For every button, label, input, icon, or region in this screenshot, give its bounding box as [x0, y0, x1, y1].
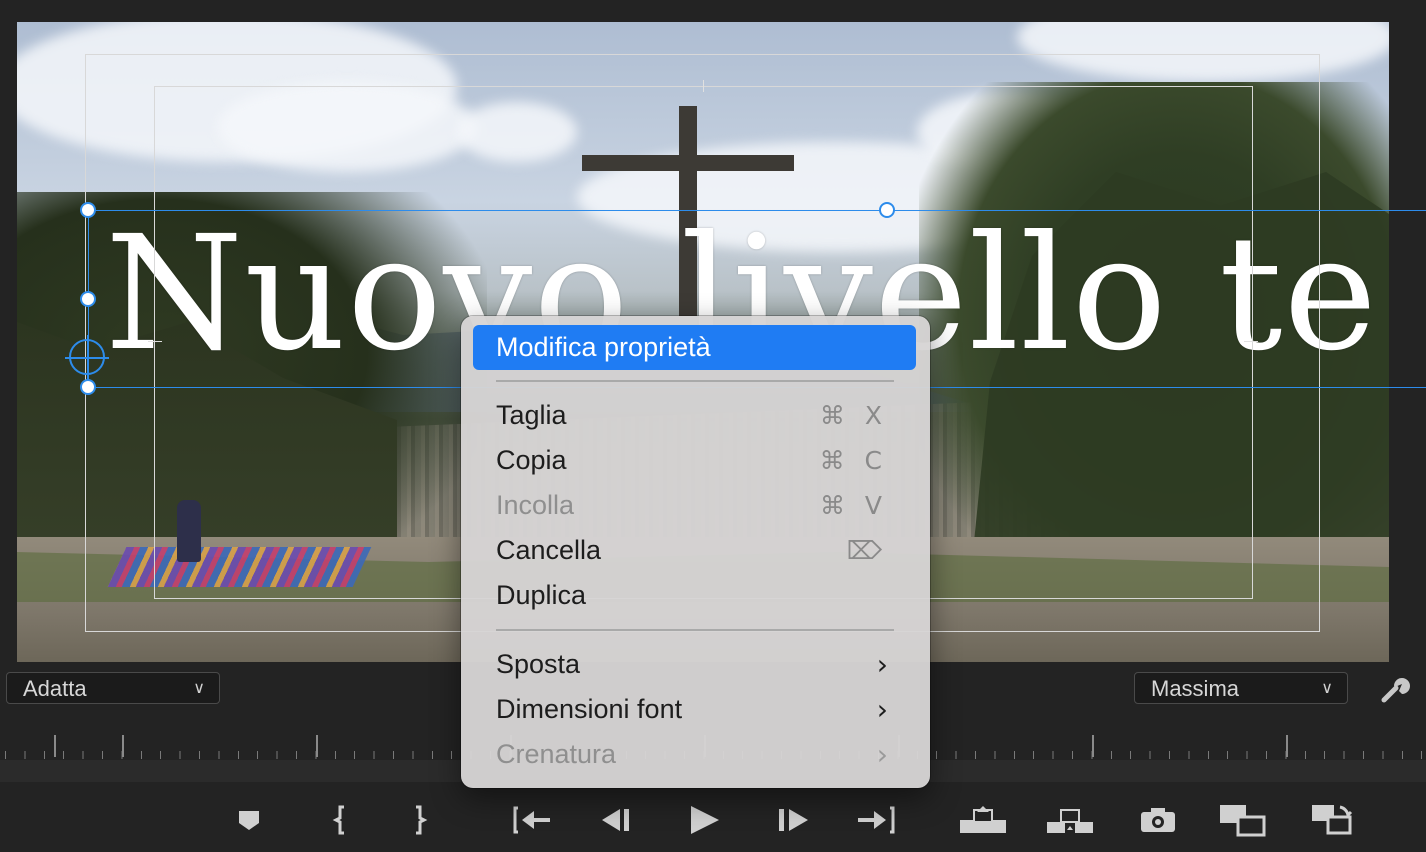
menu-item-modifica-proprieta[interactable]: Modifica proprietà	[473, 325, 916, 370]
marker-icon[interactable]	[234, 800, 264, 840]
menu-item-crenatura: Crenatura ›	[473, 732, 916, 777]
menu-item-copia[interactable]: Copia ⌘ C	[473, 438, 916, 483]
shortcut-label: ⌘ V	[819, 491, 888, 520]
playback-quality-select[interactable]: Massima ∨	[1134, 672, 1348, 704]
menu-separator	[496, 629, 894, 631]
play-icon[interactable]	[686, 800, 722, 840]
menu-item-dimensioni-font[interactable]: Dimensioni font ›	[473, 687, 916, 732]
anchor-point-icon[interactable]	[65, 335, 109, 379]
chevron-down-icon: ∨	[1321, 680, 1333, 697]
menu-item-incolla: Incolla ⌘ V	[473, 483, 916, 528]
delete-forward-icon: ⌦	[846, 536, 888, 565]
step-back-icon[interactable]	[598, 800, 634, 840]
chevron-right-icon: ›	[876, 693, 888, 726]
menu-item-sposta[interactable]: Sposta ›	[473, 642, 916, 687]
playback-quality-value: Massima	[1151, 676, 1240, 701]
comparison-view-icon[interactable]	[1218, 800, 1268, 840]
shortcut-label: ⌘ X	[819, 401, 888, 430]
shortcut-label: ⌘ C	[819, 446, 888, 475]
menu-separator	[496, 380, 894, 382]
lift-icon[interactable]	[958, 800, 1008, 840]
mark-in-icon[interactable]	[328, 800, 354, 840]
text-bounding-box-top[interactable]	[88, 210, 1426, 211]
chevron-down-icon: ∨	[193, 680, 205, 697]
resize-handle-top[interactable]	[879, 202, 895, 218]
wrench-icon[interactable]	[1378, 672, 1412, 706]
menu-item-taglia[interactable]: Taglia ⌘ X	[473, 393, 916, 438]
mark-out-icon[interactable]	[406, 800, 432, 840]
export-frame-icon[interactable]	[1139, 800, 1177, 840]
toggle-proxies-icon[interactable]	[1310, 800, 1354, 840]
step-forward-icon[interactable]	[774, 800, 812, 840]
chevron-right-icon: ›	[876, 648, 888, 681]
extract-icon[interactable]	[1045, 800, 1095, 840]
menu-item-duplica[interactable]: Duplica	[473, 573, 916, 618]
go-to-out-icon[interactable]	[856, 800, 896, 840]
resize-handle-bottom-left[interactable]	[80, 379, 96, 395]
chevron-right-icon: ›	[876, 738, 888, 771]
go-to-in-icon[interactable]	[512, 800, 552, 840]
menu-item-cancella[interactable]: Cancella ⌦	[473, 528, 916, 573]
context-menu: Modifica proprietà Taglia ⌘ X Copia ⌘ C …	[461, 316, 930, 788]
zoom-level-value: Adatta	[23, 676, 87, 701]
resize-handle-left[interactable]	[80, 291, 96, 307]
resize-handle-top-left[interactable]	[80, 202, 96, 218]
zoom-level-select[interactable]: Adatta ∨	[6, 672, 220, 704]
